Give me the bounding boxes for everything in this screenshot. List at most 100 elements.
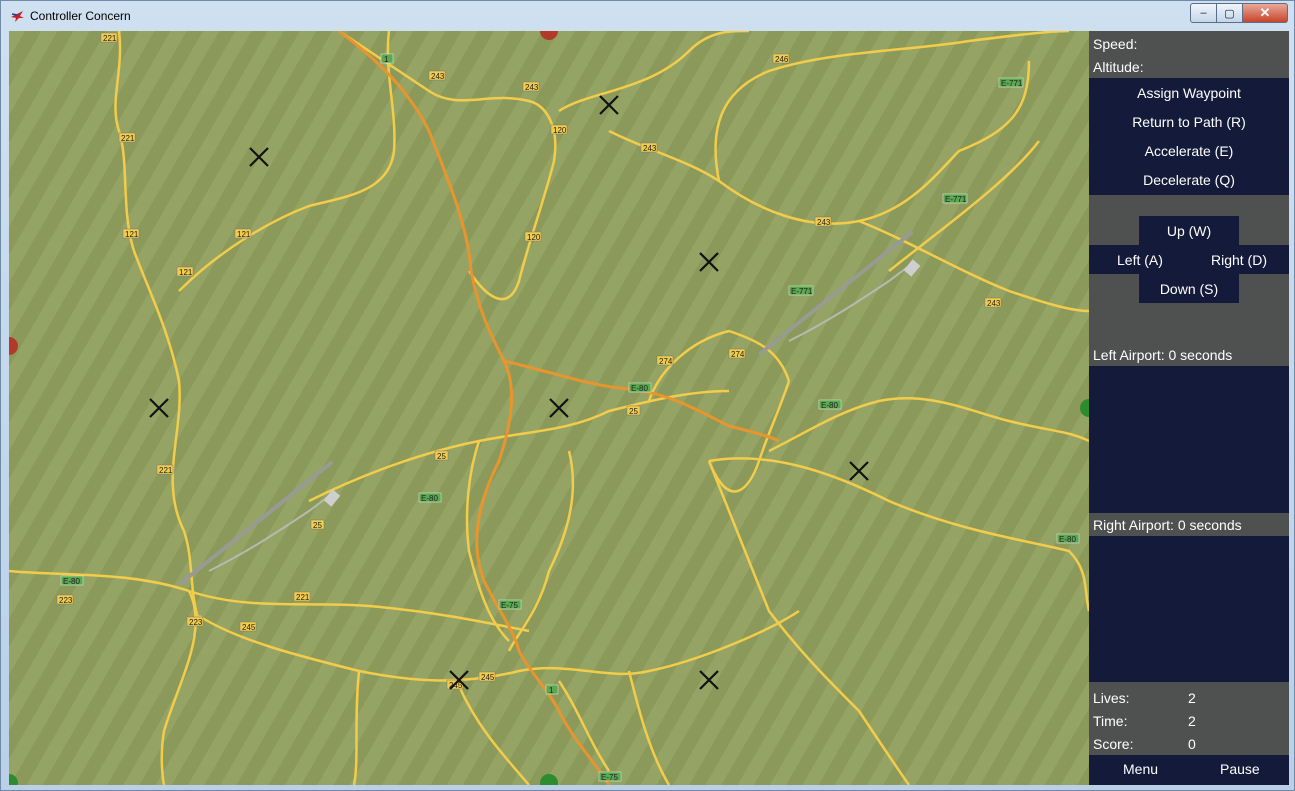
altitude-label: Altitude: xyxy=(1093,59,1144,75)
x-mark-icon[interactable] xyxy=(698,251,720,273)
road-shield: 223 xyxy=(186,616,204,627)
svg-text:221: 221 xyxy=(103,34,117,43)
svg-text:223: 223 xyxy=(189,618,203,627)
svg-text:243: 243 xyxy=(817,218,831,227)
road-shield: 245 xyxy=(239,621,257,632)
road-shield: E-771 xyxy=(942,193,968,204)
svg-text:243: 243 xyxy=(431,72,445,81)
svg-text:120: 120 xyxy=(527,233,541,242)
x-mark-icon[interactable] xyxy=(848,460,870,482)
x-mark-icon[interactable] xyxy=(148,397,170,419)
airplane-app-icon xyxy=(11,11,24,22)
road-shield: E-771 xyxy=(998,77,1024,88)
road-shield: E-80 xyxy=(60,575,84,586)
road-shield: E-80 xyxy=(818,399,842,410)
svg-text:E-80: E-80 xyxy=(63,577,80,586)
svg-text:E-771: E-771 xyxy=(1001,79,1023,88)
road-shield: E-80 xyxy=(628,382,652,393)
road-shield: E-80 xyxy=(1056,533,1080,544)
road-shield: 243 xyxy=(522,81,540,92)
x-mark-icon[interactable] xyxy=(448,669,470,691)
close-button[interactable]: ✕ xyxy=(1243,3,1288,23)
svg-text:221: 221 xyxy=(296,593,310,602)
road-shield: 221 xyxy=(293,591,311,602)
road-shield: 221 xyxy=(156,464,174,475)
svg-text:E-80: E-80 xyxy=(631,384,648,393)
svg-text:E-771: E-771 xyxy=(791,287,813,296)
right-button[interactable]: Right (D) xyxy=(1211,252,1267,268)
svg-text:120: 120 xyxy=(553,126,567,135)
maximize-button[interactable]: ▢ xyxy=(1217,3,1243,23)
speed-label: Speed: xyxy=(1093,36,1138,52)
road-shield: 121 xyxy=(176,266,194,277)
road-shield: 25 xyxy=(434,450,449,461)
svg-text:274: 274 xyxy=(731,350,745,359)
window-title: Controller Concern xyxy=(30,9,131,23)
svg-text:E-771: E-771 xyxy=(945,195,967,204)
right-airport-label: Right Airport: 0 seconds xyxy=(1089,514,1289,536)
x-mark-icon[interactable] xyxy=(248,146,270,168)
road-shield: 246 xyxy=(772,53,790,64)
decelerate-button[interactable]: Decelerate (Q) xyxy=(1089,172,1289,188)
assign-waypoint-button[interactable]: Assign Waypoint xyxy=(1089,85,1289,101)
x-mark-icon[interactable] xyxy=(698,669,720,691)
score-label: Score: xyxy=(1093,736,1134,752)
svg-text:274: 274 xyxy=(659,357,673,366)
svg-text:121: 121 xyxy=(125,230,139,239)
accelerate-button[interactable]: Accelerate (E) xyxy=(1089,143,1289,159)
time-label: Time: xyxy=(1093,713,1128,729)
svg-text:E-80: E-80 xyxy=(421,494,438,503)
menu-button[interactable]: Menu xyxy=(1123,761,1158,777)
road-shield: 274 xyxy=(728,348,746,359)
svg-text:25: 25 xyxy=(629,407,638,416)
svg-text:245: 245 xyxy=(242,623,256,632)
svg-text:121: 121 xyxy=(237,230,251,239)
left-airport-label: Left Airport: 0 seconds xyxy=(1089,344,1289,366)
x-mark-icon[interactable] xyxy=(598,94,620,116)
svg-text:E-80: E-80 xyxy=(1059,535,1076,544)
horizontal-controls: Left (A) Right (D) xyxy=(1089,245,1289,274)
command-menu: Assign Waypoint Return to Path (R) Accel… xyxy=(1089,78,1289,195)
x-mark-icon[interactable] xyxy=(548,397,570,419)
road-shield: 120 xyxy=(550,124,568,135)
road-shield: 1 xyxy=(380,53,394,64)
road-shield: 223 xyxy=(56,594,74,605)
svg-text:1: 1 xyxy=(549,686,554,695)
svg-text:25: 25 xyxy=(437,452,446,461)
svg-text:221: 221 xyxy=(121,134,135,143)
svg-text:121: 121 xyxy=(179,268,193,277)
road-shield: 274 xyxy=(656,355,674,366)
bottom-bar: Menu Pause xyxy=(1089,755,1289,785)
left-button[interactable]: Left (A) xyxy=(1117,252,1163,268)
svg-text:25: 25 xyxy=(313,521,322,530)
score-value: 0 xyxy=(1188,736,1196,752)
airspace-map[interactable]: 221 221 221 121 121 121 243 243 243 243 … xyxy=(9,31,1089,785)
minimize-button[interactable]: – xyxy=(1190,3,1217,23)
svg-text:223: 223 xyxy=(59,596,73,605)
pause-button[interactable]: Pause xyxy=(1220,761,1260,777)
svg-text:221: 221 xyxy=(159,466,173,475)
lives-value: 2 xyxy=(1188,690,1196,706)
road-shield: 245 xyxy=(478,671,496,682)
down-button[interactable]: Down (S) xyxy=(1139,274,1239,303)
svg-text:245: 245 xyxy=(481,673,495,682)
svg-text:E-75: E-75 xyxy=(501,601,518,610)
road-shield: 243 xyxy=(640,142,658,153)
right-airport-queue xyxy=(1089,536,1289,682)
svg-text:243: 243 xyxy=(525,83,539,92)
road-shield: 25 xyxy=(310,519,325,530)
up-button[interactable]: Up (W) xyxy=(1139,216,1239,245)
game-window: Controller Concern – ▢ ✕ 221 221 221 121… xyxy=(0,0,1295,791)
title-bar[interactable]: Controller Concern – ▢ ✕ xyxy=(1,1,1294,31)
road-shield: 221 xyxy=(118,132,136,143)
road-shield: 121 xyxy=(234,228,252,239)
road-shield: 243 xyxy=(814,216,832,227)
road-shield: 1 xyxy=(545,684,559,695)
return-to-path-button[interactable]: Return to Path (R) xyxy=(1089,114,1289,130)
road-shield: E-80 xyxy=(418,492,442,503)
entry-point-green xyxy=(540,774,558,785)
road-shield: 121 xyxy=(122,228,140,239)
control-panel: Speed: Altitude: Assign Waypoint Return … xyxy=(1089,31,1289,785)
svg-text:243: 243 xyxy=(987,299,1001,308)
left-airport-queue xyxy=(1089,366,1289,513)
